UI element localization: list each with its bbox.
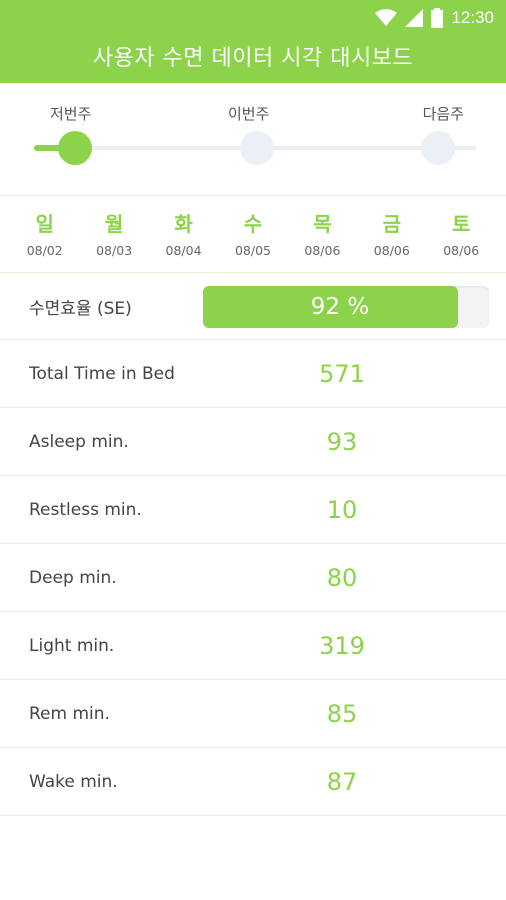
day-name: 목 [313,212,332,236]
day-tab[interactable]: 목 08/06 [292,196,352,272]
battery-icon [431,8,444,28]
metric-row: Wake min. 87 [0,748,506,816]
metrics-list: Total Time in Bed 571 Asleep min. 93 Restles… [0,340,506,816]
day-tab[interactable]: 화 08/04 [154,196,214,272]
day-tab[interactable]: 금 08/06 [362,196,422,272]
metric-row: Light min. 319 [0,612,506,680]
status-time: 12:30 [451,8,494,27]
metric-label: Deep min. [29,567,117,588]
week-this-label[interactable]: 이번주 [228,103,269,124]
sleep-efficiency-row: 수면효율 (SE) 92 % [0,273,506,340]
day-name: 금 [382,212,402,236]
day-date: 08/06 [373,243,410,258]
day-date: 08/06 [304,243,341,258]
metric-row: Total Time in Bed 571 [0,340,506,408]
day-date: 08/03 [96,243,133,258]
day-date: 08/04 [165,243,202,258]
metric-value: 80 [326,563,358,592]
wifi-icon [375,9,398,26]
day-date: 08/05 [234,243,271,258]
day-tab[interactable]: 일 08/02 [15,196,75,272]
metric-label: Rem min. [29,703,110,724]
metric-label: Asleep min. [29,431,129,452]
sleep-efficiency-value: 92 % [310,294,370,320]
metric-value: 93 [326,427,358,456]
metric-value: 571 [319,359,365,388]
day-name: 화 [174,212,193,236]
day-name: 토 [452,212,471,236]
day-date: 08/02 [26,243,63,258]
day-tab[interactable]: 수 08/05 [223,196,283,272]
week-prev-label[interactable]: 저번주 [50,103,91,124]
sleep-efficiency-label: 수면효율 (SE) [29,298,132,319]
day-name: 월 [104,212,124,236]
day-date: 08/06 [443,243,480,258]
metric-row: Deep min. 80 [0,544,506,612]
app-bar: 12:30 사용자 수면 데이터 시각 대시보드 [0,0,506,83]
metric-value: 85 [326,699,358,728]
week-next-label[interactable]: 다음주 [423,103,464,124]
sleep-efficiency-bar: 92 % [203,286,489,328]
page-title: 사용자 수면 데이터 시각 대시보드 [92,46,414,71]
metric-value: 87 [326,767,358,796]
signal-icon [405,9,424,27]
day-tab[interactable]: 월 08/03 [84,196,144,272]
metric-row: Restless min. 10 [0,476,506,544]
metric-row: Rem min. 85 [0,680,506,748]
metric-label: Total Time in Bed [29,363,175,384]
day-name: 일 [35,212,54,236]
metric-row: Asleep min. 93 [0,408,506,476]
week-selector: 저번주 이번주 다음주 [0,83,506,196]
status-bar: 12:30 [0,0,506,36]
week-dot-next[interactable] [421,131,455,165]
metric-label: Wake min. [29,771,118,792]
day-tab[interactable]: 토 08/06 [431,196,491,272]
metric-value: 319 [319,631,365,660]
day-name: 수 [243,212,263,236]
day-tabs: 일 08/02 월 08/03 화 08/04 수 08/05 목 08/06 금 08/06 토 08/… [0,196,506,273]
metric-value: 10 [326,495,358,524]
week-dot-prev[interactable] [58,131,92,165]
metric-label: Restless min. [29,499,142,520]
metric-label: Light min. [29,635,115,656]
week-dot-this[interactable] [240,131,274,165]
